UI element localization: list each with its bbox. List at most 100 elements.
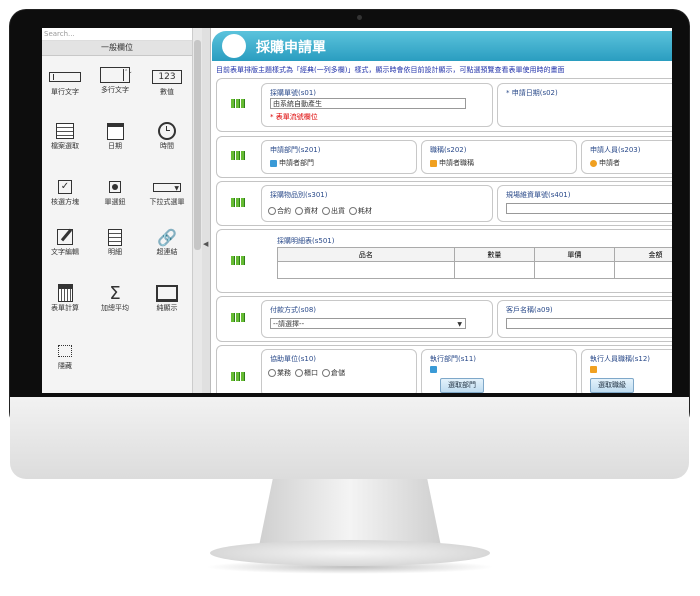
palette-item-checkbox[interactable]: ✓ 核選方塊: [42, 178, 90, 207]
palette-item-dropdown[interactable]: ▼ 下拉式選單: [142, 178, 192, 207]
payment-select[interactable]: --請選擇-- ▼: [270, 318, 466, 329]
palette-item-text-edit[interactable]: 文字編輯: [42, 228, 90, 257]
department-icon: [270, 159, 277, 167]
calendar-icon: [90, 122, 140, 140]
job-title-icon: [590, 366, 597, 373]
field-customer[interactable]: 客戶名稱(a09): [497, 300, 672, 338]
field-palette: Search... 一般欄位 單行文字 ⌃⌄ 多行文字 123 數值 檔案選取 …: [42, 28, 203, 393]
col-amount: 金額: [613, 247, 672, 262]
department-icon: [430, 366, 437, 373]
text-edit-icon: [42, 228, 90, 246]
clock-icon: [142, 122, 192, 140]
row-drag-handle-icon[interactable]: [231, 372, 245, 381]
theme-notice: 目前表單排版主題樣式為「經典(一列多欄)」樣式，顯示時會依目前設計顯示，可點選預…: [216, 66, 565, 74]
serial-note: * 表單流號欄位: [270, 113, 318, 121]
calculator-icon: [42, 284, 90, 302]
hidden-icon: [42, 342, 90, 360]
row-drag-handle-icon[interactable]: [231, 198, 245, 207]
palette-item-calculator[interactable]: 表單計算: [42, 284, 90, 313]
palette-item-date[interactable]: 日期: [90, 122, 140, 151]
dropdown-icon: ▼: [142, 178, 192, 196]
field-exec-title[interactable]: 執行人員職稱(s12) 選取職級: [581, 349, 672, 393]
detail-table[interactable]: 品名 數量 單價 金額: [277, 247, 672, 279]
radio-consumables[interactable]: [349, 207, 357, 215]
radio-shipment[interactable]: [322, 207, 330, 215]
field-assist-unit[interactable]: 協助單位(s10) 業務 櫃口 倉儲: [261, 349, 417, 393]
category-options: 合約 資材 出貨 耗材: [268, 206, 374, 216]
palette-search-input[interactable]: Search...: [42, 28, 192, 41]
webcam: [357, 15, 362, 20]
col-quantity: 數量: [453, 247, 535, 262]
field-item-category[interactable]: 採購物品別(s301) 合約 資材 出貨 耗材: [261, 185, 493, 222]
select-grade-button[interactable]: 選取職級: [590, 378, 634, 393]
row-drag-handle-icon[interactable]: [231, 256, 245, 265]
details-icon: [90, 228, 140, 246]
radio-materials[interactable]: [295, 207, 303, 215]
checkbox-counter[interactable]: [295, 369, 303, 377]
customer-input[interactable]: [506, 318, 672, 329]
palette-scroll-thumb[interactable]: [194, 40, 201, 250]
monitor-chin: [10, 397, 689, 479]
sum-icon: Σ: [109, 282, 121, 304]
multi-line-text-icon: ⌃⌄: [90, 66, 140, 84]
collapse-arrow-icon[interactable]: ◀: [203, 240, 208, 248]
row-drag-handle-icon[interactable]: [231, 151, 245, 160]
palette-item-multi-line[interactable]: ⌃⌄ 多行文字: [90, 66, 140, 95]
field-job-title[interactable]: 職稱(s202) 申請者職稱: [421, 140, 577, 174]
checkbox-sales[interactable]: [268, 369, 276, 377]
display-icon: [142, 284, 192, 302]
radio-button-icon: [90, 178, 140, 196]
field-asset-number[interactable]: 規場維資單號(s401): [497, 185, 672, 222]
link-icon: 🔗: [157, 227, 177, 247]
field-payment[interactable]: 付款方式(s08) --請選擇-- ▼: [261, 300, 493, 338]
form-row-1[interactable]: 採購單號(s01) 由系統自動產生 * 表單流號欄位 * 申請日期(s02): [216, 78, 672, 132]
palette-item-link[interactable]: 🔗 超連結: [142, 228, 192, 257]
row-drag-handle-icon[interactable]: [231, 99, 245, 108]
row-drag-handle-icon[interactable]: [231, 313, 245, 322]
chevron-down-icon: ▼: [457, 321, 462, 328]
single-line-text-icon: [42, 68, 90, 86]
asset-number-input[interactable]: [506, 203, 672, 214]
table-row[interactable]: [277, 261, 672, 279]
panel-splitter[interactable]: ◀: [202, 28, 211, 393]
form-banner: 採購申請單: [212, 31, 672, 61]
field-serial[interactable]: 採購單號(s01) 由系統自動產生 * 表單流號欄位: [261, 83, 493, 127]
col-unit-price: 單價: [533, 247, 615, 262]
number-icon: 123: [142, 68, 192, 86]
form-row-4[interactable]: 採購明細表(s501) 品名 數量 單價 金額: [216, 229, 672, 293]
select-department-button[interactable]: 選取部門: [440, 378, 484, 393]
field-applicant[interactable]: 申請人員(s203) 申請者: [581, 140, 672, 174]
form-row-2[interactable]: 申請部門(s201) 申請者部門 職稱(s202) 申請者職稱 申請人員(s20…: [216, 136, 672, 178]
form-logo-icon: [222, 34, 246, 58]
file-select-icon: [42, 122, 90, 140]
checkbox-icon: ✓: [42, 178, 90, 196]
form-row-5[interactable]: 付款方式(s08) --請選擇-- ▼ 客戶名稱(a09): [216, 296, 672, 342]
field-apply-date[interactable]: * 申請日期(s02): [497, 83, 672, 127]
field-exec-dept[interactable]: 執行部門(s11) 選取部門: [421, 349, 577, 393]
palette-item-hidden[interactable]: 隱藏: [42, 342, 90, 371]
assist-unit-options: 業務 櫃口 倉儲: [268, 368, 347, 378]
palette-item-display[interactable]: 純顯示: [142, 284, 192, 313]
person-icon: [590, 159, 597, 167]
palette-item-sum[interactable]: Σ 加總平均: [90, 282, 140, 313]
form-canvas: 採購申請單 目前表單排版主題樣式為「經典(一列多欄)」樣式，顯示時會依目前設計顯…: [212, 28, 672, 393]
palette-item-file-select[interactable]: 檔案選取: [42, 122, 90, 151]
radio-contract[interactable]: [268, 207, 276, 215]
palette-header: 一般欄位: [42, 41, 192, 56]
job-title-icon: [430, 159, 437, 167]
form-title: 採購申請單: [256, 40, 326, 56]
form-row-3[interactable]: 採購物品別(s301) 合約 資材 出貨 耗材 規場維資單號(s401): [216, 181, 672, 226]
serial-input[interactable]: 由系統自動產生: [270, 98, 466, 109]
palette-item-time[interactable]: 時間: [142, 122, 192, 151]
palette-item-single-line[interactable]: 單行文字: [42, 68, 90, 97]
form-row-6[interactable]: 協助單位(s10) 業務 櫃口 倉儲 執行部門(s11) 選取部門 執行人員職稱…: [216, 345, 672, 393]
field-apply-dept[interactable]: 申請部門(s201) 申請者部門: [261, 140, 417, 174]
detail-table-label: 採購明細表(s501): [277, 237, 335, 245]
monitor-base: [210, 540, 490, 566]
col-item-name: 品名: [277, 247, 455, 262]
checkbox-warehouse[interactable]: [322, 369, 330, 377]
palette-item-radio[interactable]: 單選鈕: [90, 178, 140, 207]
palette-item-details[interactable]: 明細: [90, 228, 140, 257]
screen: Search... 一般欄位 單行文字 ⌃⌄ 多行文字 123 數值 檔案選取 …: [42, 28, 672, 393]
palette-item-number[interactable]: 123 數值: [142, 68, 192, 97]
